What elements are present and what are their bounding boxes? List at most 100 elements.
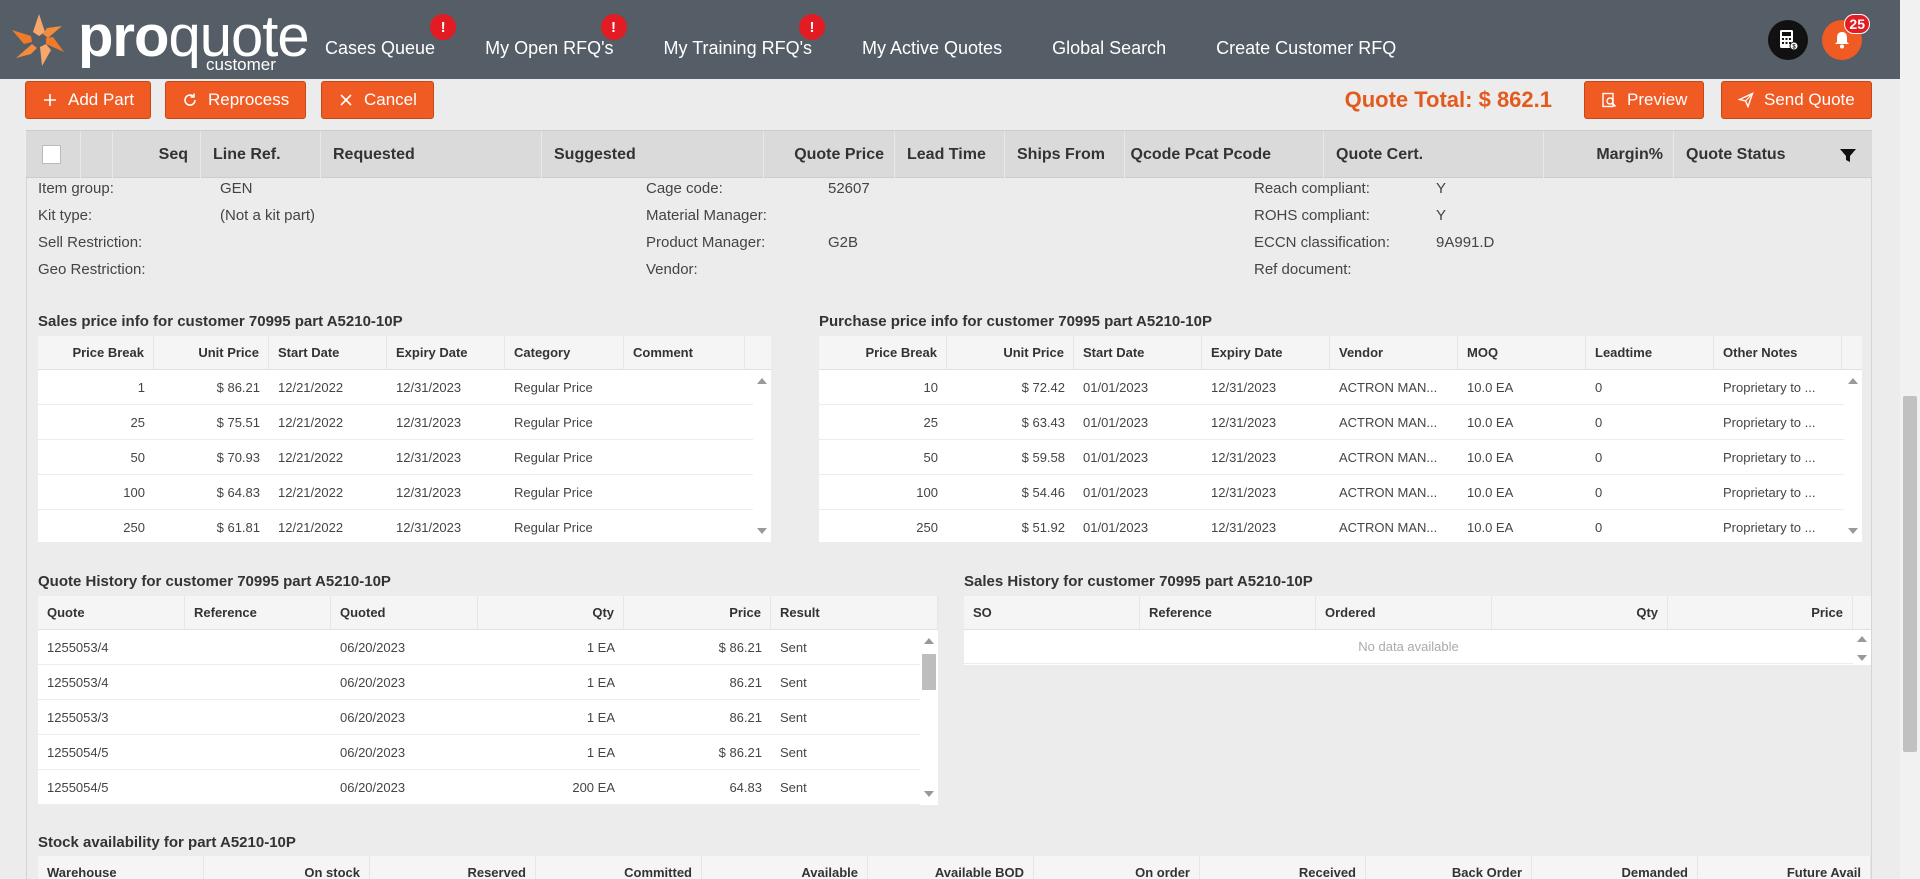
proquote-logo[interactable]: proquote customer	[6, 6, 310, 74]
table-cell: ACTRON MAN...	[1339, 519, 1438, 535]
column-header[interactable]: Demanded	[1532, 856, 1698, 879]
table-row[interactable]: 100 $ 64.83 12/21/2022 12/31/2023 Regular Pr…	[38, 475, 771, 510]
nav-cases-queue[interactable]: Cases Queue !	[300, 0, 460, 79]
column-header[interactable]: On order	[1034, 856, 1200, 879]
table-row[interactable]: 10 $ 72.42 01/01/2023 12/31/2023 ACTRON MAN.…	[819, 370, 1862, 405]
table-row[interactable]: 1255054/5 06/20/2023 1 EA $ 86.21 Sent	[38, 735, 938, 770]
table-row[interactable]: 100 $ 54.46 01/01/2023 12/31/2023 ACTRON MAN…	[819, 475, 1862, 510]
column-header-line-ref[interactable]: Line Ref.	[200, 131, 310, 179]
vertical-scrollbar[interactable]	[920, 630, 938, 805]
column-header-seq[interactable]: Seq	[112, 131, 200, 179]
column-header[interactable]: On stock	[204, 856, 370, 879]
scroll-down-arrow-icon[interactable]	[924, 791, 934, 797]
table-row[interactable]: 1255053/4 06/20/2023 1 EA 86.21 Sent	[38, 665, 938, 700]
vertical-scrollbar[interactable]	[1853, 630, 1871, 665]
table-row[interactable]: 1255053/4 06/20/2023 1 EA $ 86.21 Sent	[38, 630, 938, 665]
scroll-up-arrow-icon[interactable]	[924, 638, 934, 644]
table-cell: Regular Price	[514, 379, 593, 395]
column-header[interactable]: Available BOD	[868, 856, 1034, 879]
column-header-suggested[interactable]: Suggested	[541, 131, 763, 179]
table-cell: 50	[130, 449, 145, 465]
vertical-scrollbar[interactable]	[753, 370, 771, 542]
column-header[interactable]: Vendor	[1330, 336, 1458, 369]
column-header[interactable]: Expiry Date	[387, 336, 505, 369]
table-row[interactable]: 250 $ 51.92 01/01/2023 12/31/2023 ACTRON MAN…	[819, 510, 1862, 545]
column-header-qcode-pcat-pcode[interactable]: Qcode Pcat Pcode	[1124, 131, 1293, 179]
column-header[interactable]: Ordered	[1316, 596, 1492, 629]
scroll-down-arrow-icon[interactable]	[1857, 655, 1867, 661]
column-header[interactable]: Price	[624, 596, 771, 629]
table-row[interactable]: 25 $ 63.43 01/01/2023 12/31/2023 ACTRON MAN.…	[819, 405, 1862, 440]
filter-icon[interactable]	[1838, 145, 1858, 165]
column-header-quote-price[interactable]: Quote Price	[763, 131, 894, 179]
scroll-down-arrow-icon[interactable]	[1848, 528, 1858, 534]
column-header[interactable]: Reserved	[370, 856, 536, 879]
table-cell	[185, 700, 331, 734]
column-header-requested[interactable]: Requested	[320, 131, 540, 179]
column-header[interactable]: MOQ	[1458, 336, 1586, 369]
column-header[interactable]: Price	[1668, 596, 1853, 629]
column-header[interactable]: Qty	[478, 596, 624, 629]
scroll-down-arrow-icon[interactable]	[757, 528, 767, 534]
select-all-checkbox[interactable]	[42, 145, 61, 164]
scroll-up-arrow-icon[interactable]	[757, 378, 767, 384]
column-header[interactable]: Future Avail	[1698, 856, 1871, 879]
nav-create-customer-rfq[interactable]: Create Customer RFQ	[1191, 0, 1421, 79]
column-header-margin[interactable]: Margin%	[1543, 131, 1673, 179]
table-row[interactable]: 1255053/3 06/20/2023 1 EA 86.21 Sent	[38, 700, 938, 735]
table-row[interactable]: 1255054/5 06/20/2023 200 EA 64.83 Sent	[38, 770, 938, 805]
cancel-button[interactable]: Cancel	[321, 81, 434, 119]
scroll-thumb[interactable]	[922, 654, 936, 690]
column-header-quote-cert[interactable]: Quote Cert.	[1323, 131, 1543, 179]
column-header[interactable]: Result	[771, 596, 938, 629]
page-scrollbar[interactable]	[1900, 0, 1920, 879]
table-row[interactable]: 1 $ 86.21 12/21/2022 12/31/2023 Regular Pric…	[38, 370, 771, 405]
nav-my-open-rfqs[interactable]: My Open RFQ's !	[460, 0, 638, 79]
column-header[interactable]: Unit Price	[154, 336, 269, 369]
vertical-scrollbar[interactable]	[1844, 370, 1862, 542]
scroll-up-arrow-icon[interactable]	[1848, 378, 1858, 384]
add-part-button[interactable]: Add Part	[25, 81, 152, 119]
nav-label: My Open RFQ's	[485, 38, 614, 58]
column-header[interactable]: Leadtime	[1586, 336, 1714, 369]
reprocess-button[interactable]: Reprocess	[165, 81, 307, 119]
table-row[interactable]: 25 $ 75.51 12/21/2022 12/31/2023 Regular Pri…	[38, 405, 771, 440]
table-row[interactable]: 50 $ 59.58 01/01/2023 12/31/2023 ACTRON MAN.…	[819, 440, 1862, 475]
column-header[interactable]: Committed	[536, 856, 702, 879]
column-header[interactable]: Received	[1200, 856, 1366, 879]
column-header[interactable]: SO	[964, 596, 1140, 629]
column-header[interactable]: Expiry Date	[1202, 336, 1330, 369]
column-header[interactable]: Reference	[1140, 596, 1316, 629]
table-cell: 64.83	[729, 779, 762, 795]
notifications-button[interactable]: 25	[1822, 14, 1870, 60]
column-header-ships-from[interactable]: Ships From	[1004, 131, 1124, 179]
column-header[interactable]: Quoted	[331, 596, 478, 629]
page-scroll-thumb[interactable]	[1903, 396, 1917, 752]
column-header[interactable]: Category	[505, 336, 624, 369]
column-header[interactable]: Start Date	[1074, 336, 1202, 369]
column-header[interactable]: Comment	[624, 336, 745, 369]
nav-global-search[interactable]: Global Search	[1027, 0, 1191, 79]
calculator-button[interactable]: $	[1768, 20, 1808, 60]
scroll-up-arrow-icon[interactable]	[1857, 636, 1867, 642]
preview-button[interactable]: Preview	[1584, 81, 1705, 119]
column-header[interactable]: Back Order	[1366, 856, 1532, 879]
column-header[interactable]: Warehouse	[38, 856, 204, 879]
column-header[interactable]: Price Break	[38, 336, 154, 369]
column-header-lead-time[interactable]: Lead Time	[894, 131, 1004, 179]
send-quote-button[interactable]: Send Quote	[1721, 81, 1872, 119]
column-header[interactable]: Quote	[38, 596, 185, 629]
column-header[interactable]: Start Date	[269, 336, 387, 369]
attr-label-item-group: Item group:	[38, 180, 114, 197]
nav-my-active-quotes[interactable]: My Active Quotes	[837, 0, 1027, 79]
table-cell: 12/31/2023	[396, 484, 462, 500]
column-header[interactable]: Available	[702, 856, 868, 879]
table-row[interactable]: 50 $ 70.93 12/21/2022 12/31/2023 Regular Pri…	[38, 440, 771, 475]
table-row[interactable]: 250 $ 61.81 12/21/2022 12/31/2023 Regular Pr…	[38, 510, 771, 545]
column-header[interactable]: Qty	[1492, 596, 1668, 629]
column-header[interactable]: Price Break	[819, 336, 947, 369]
column-header[interactable]: Other Notes	[1714, 336, 1842, 369]
column-header[interactable]: Unit Price	[947, 336, 1074, 369]
nav-my-training-rfqs[interactable]: My Training RFQ's !	[639, 0, 837, 79]
column-header[interactable]: Reference	[185, 596, 331, 629]
